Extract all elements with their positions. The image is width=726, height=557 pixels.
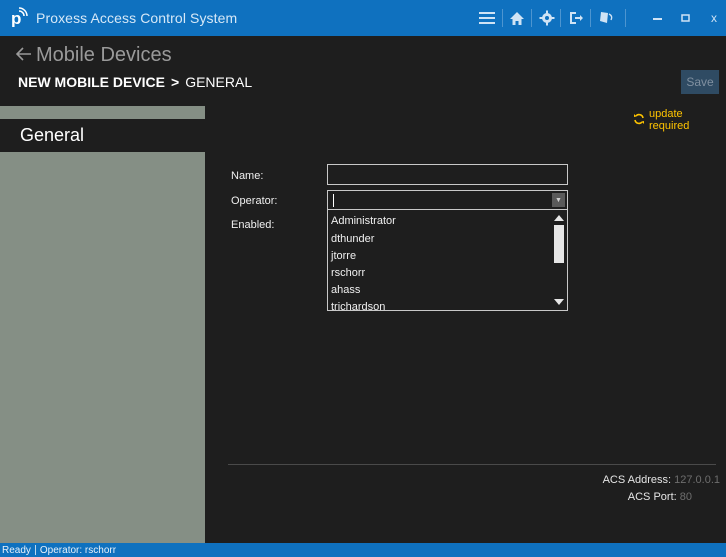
toolbar-separator [625,9,626,27]
operator-combobox[interactable]: ▼ [327,190,568,210]
enabled-label: Enabled: [231,219,275,231]
minimize-icon[interactable] [648,8,668,28]
operator-option[interactable]: dthunder [330,230,374,247]
scrollbar-thumb[interactable] [554,225,564,263]
close-icon[interactable]: x [711,8,726,28]
operator-option[interactable]: Administrator [330,212,396,229]
footer-divider [228,464,716,465]
update-required-notice[interactable]: update required [633,108,726,132]
acs-address-label: ACS Address: [602,474,672,486]
refresh-icon [633,113,645,128]
name-label: Name: [231,170,264,182]
title-bar: p Proxess Access Control System x [0,0,726,36]
text-caret [333,194,334,207]
gear-icon[interactable] [537,8,557,28]
operator-option[interactable]: trichardson [330,298,385,311]
menu-icon[interactable] [477,8,497,28]
logout-icon[interactable] [566,8,586,28]
breadcrumb-parent: NEW MOBILE DEVICE [18,74,166,90]
operator-option[interactable]: jtorre [330,247,356,264]
breadcrumb-current: GENERAL [185,74,253,90]
maximize-icon[interactable] [676,8,696,28]
dropdown-scrollbar[interactable] [553,212,565,308]
acs-port-value: 80 [679,491,692,503]
scroll-down-icon[interactable] [553,298,565,306]
update-required-label: update required [649,108,690,132]
scroll-up-icon[interactable] [553,214,565,222]
toolbar-separator [590,9,591,27]
operator-label: Operator: [231,195,278,207]
chevron-down-icon[interactable]: ▼ [552,193,565,207]
status-state: Ready [2,544,31,556]
breadcrumb: NEW MOBILE DEVICE > GENERAL [18,74,252,90]
arrow-left-icon [15,44,32,67]
toolbar-separator [531,9,532,27]
id-card-icon[interactable] [598,8,618,28]
status-bar: Ready Operator: rschorr [0,543,726,557]
status-operator: Operator: rschorr [39,544,117,556]
operator-option[interactable]: rschorr [330,264,365,281]
operator-dropdown-list[interactable]: Administrator dthunder jtorre rschorr ah… [327,210,568,311]
breadcrumb-separator: > [171,74,180,90]
toolbar-separator [560,9,561,27]
sidebar: General [0,106,205,543]
proxess-logo-icon: p [8,5,30,28]
toolbar-separator [502,9,503,27]
save-button[interactable]: Save [681,70,719,94]
home-icon[interactable] [507,8,527,28]
name-field[interactable] [327,164,568,185]
operator-option[interactable]: ahass [330,281,360,298]
acs-port-label: ACS Port: [627,491,677,503]
back-link[interactable]: Mobile Devices [15,44,172,67]
acs-address-value: 127.0.0.1 [674,474,720,486]
acs-address: ACS Address: 127.0.0.1 [603,474,720,486]
sidebar-header [0,106,205,119]
status-separator [34,545,36,555]
acs-port: ACS Port: 80 [628,491,692,503]
sidebar-item-general[interactable]: General [0,119,205,152]
window-title: Proxess Access Control System [36,10,238,26]
back-link-label: Mobile Devices [36,44,172,66]
